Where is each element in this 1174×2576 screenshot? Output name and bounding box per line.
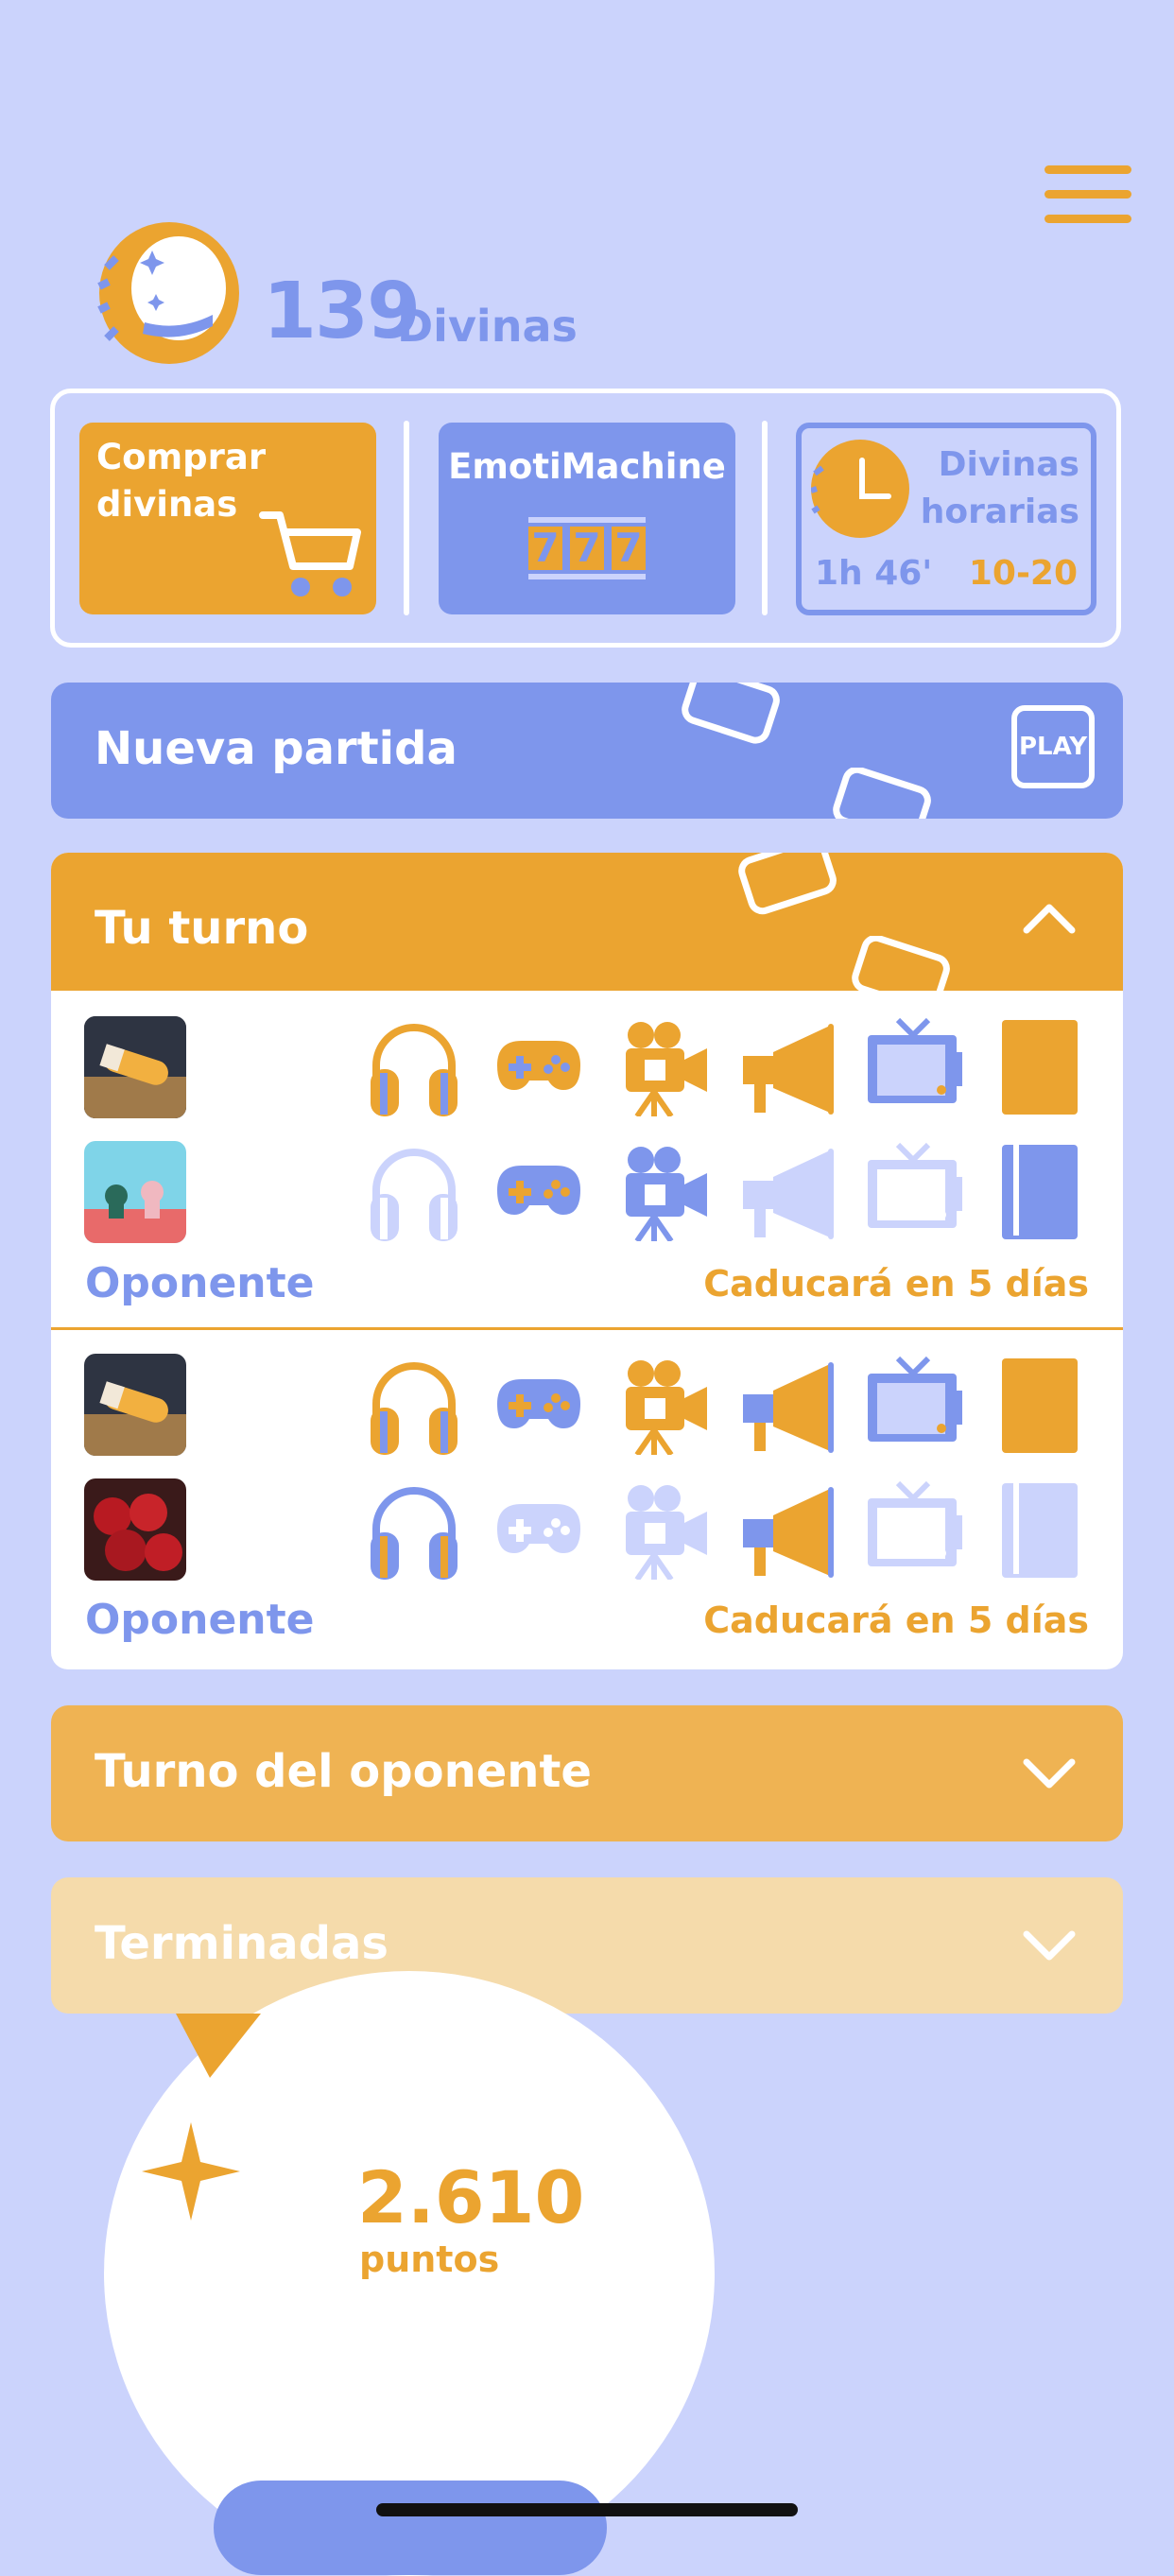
- play-decoration-icon: [738, 853, 837, 915]
- finished-title: Terminadas: [95, 1917, 388, 1970]
- expiry-label: Caducará en 5 días: [703, 1263, 1089, 1305]
- clock-icon: [811, 440, 909, 538]
- buy-label-2: divinas: [96, 484, 238, 525]
- finished-section[interactable]: Terminadas: [51, 1877, 1123, 2014]
- hourly-divinas-button[interactable]: Divinas horarias 1h 46' 10-20: [796, 423, 1096, 615]
- play-decoration-icon: [852, 936, 950, 1011]
- book-icon: [1002, 1145, 1078, 1239]
- gamepad-icon: [497, 1504, 580, 1553]
- megaphone-icon: [743, 1024, 834, 1115]
- hourly-range: 10-20: [968, 554, 1078, 593]
- menu-bar: [1045, 165, 1131, 174]
- book-icon: [1002, 1020, 1078, 1115]
- chevron-up-icon[interactable]: [1021, 898, 1078, 936]
- chevron-down-icon[interactable]: [1021, 1755, 1078, 1792]
- divider: [51, 1327, 1123, 1330]
- tv-icon: [868, 1142, 962, 1228]
- tv-icon: [868, 1480, 962, 1566]
- emotimachine-title: EmotiMachine: [448, 446, 726, 487]
- bottom-tab[interactable]: [214, 2481, 607, 2575]
- divider: [404, 421, 409, 615]
- avatar: [84, 1354, 186, 1456]
- your-turn-title: Tu turno: [95, 902, 309, 955]
- megaphone-icon: [743, 1487, 834, 1578]
- camera-icon: [626, 1360, 707, 1455]
- reel: 7: [528, 527, 562, 570]
- expiry-label: Caducará en 5 días: [703, 1599, 1089, 1641]
- new-game-label: Nueva partida: [95, 722, 458, 775]
- play-decoration-icon: [682, 683, 780, 744]
- megaphone-icon: [743, 1362, 834, 1453]
- speech-pointer-icon: [176, 2014, 261, 2078]
- opponent-label: Oponente: [85, 1596, 315, 1644]
- hourly-label-2: horarias: [920, 493, 1079, 531]
- new-game-button[interactable]: Nueva partida PLAY: [51, 683, 1123, 819]
- menu-button[interactable]: [1045, 165, 1131, 224]
- opponent-turn-section[interactable]: Turno del oponente: [51, 1705, 1123, 1841]
- headphones-icon: [371, 1149, 458, 1241]
- tv-icon: [868, 1356, 962, 1442]
- book-icon: [1002, 1483, 1078, 1578]
- camera-icon: [626, 1147, 707, 1241]
- gamepad-icon: [497, 1166, 580, 1215]
- megaphone-icon: [743, 1149, 834, 1239]
- divina-coin-icon: [97, 220, 241, 366]
- tv-icon: [868, 1017, 962, 1103]
- camera-icon: [626, 1022, 707, 1116]
- opponent-turn-title: Turno del oponente: [95, 1745, 592, 1798]
- hourly-label-1: Divinas: [938, 445, 1079, 484]
- avatar: [84, 1016, 186, 1118]
- hourly-timer: 1h 46': [815, 554, 933, 593]
- reel: 7: [612, 527, 646, 570]
- divider: [762, 421, 768, 615]
- menu-bar: [1045, 190, 1131, 199]
- headphones-icon: [371, 1024, 458, 1116]
- chevron-down-icon[interactable]: [1021, 1927, 1078, 1964]
- home-indicator: [376, 2503, 798, 2516]
- your-turn-header[interactable]: Tu turno: [51, 853, 1123, 1011]
- play-badge: PLAY: [1011, 705, 1095, 788]
- avatar: [84, 1141, 186, 1243]
- play-decoration-icon: [833, 768, 931, 819]
- score-label: puntos: [359, 2239, 500, 2280]
- star-icon: [142, 2122, 240, 2221]
- headphones-icon: [371, 1487, 458, 1580]
- reel: 7: [570, 527, 604, 570]
- opponent-label: Oponente: [85, 1259, 315, 1307]
- gamepad-icon: [497, 1041, 580, 1090]
- gamepad-icon: [497, 1379, 580, 1428]
- book-icon: [1002, 1358, 1078, 1453]
- menu-bar: [1045, 215, 1131, 223]
- camera-icon: [626, 1485, 707, 1580]
- headphones-icon: [371, 1362, 458, 1455]
- cart-icon: [259, 511, 361, 596]
- buy-divinas-button[interactable]: Comprar divinas: [79, 423, 376, 614]
- avatar: [84, 1478, 186, 1581]
- emotimachine-button[interactable]: EmotiMachine 7 7 7: [439, 423, 735, 614]
- slot-reels: 7 7 7: [528, 517, 646, 579]
- score-value: 2.610: [357, 2155, 585, 2239]
- your-turn-panel: Tu turno Oponente Caducará en 5 días Opo…: [51, 853, 1123, 1669]
- buy-label-1: Comprar: [96, 437, 267, 477]
- divinas-label: Divinas: [397, 301, 578, 352]
- divinas-count: 139: [263, 267, 421, 356]
